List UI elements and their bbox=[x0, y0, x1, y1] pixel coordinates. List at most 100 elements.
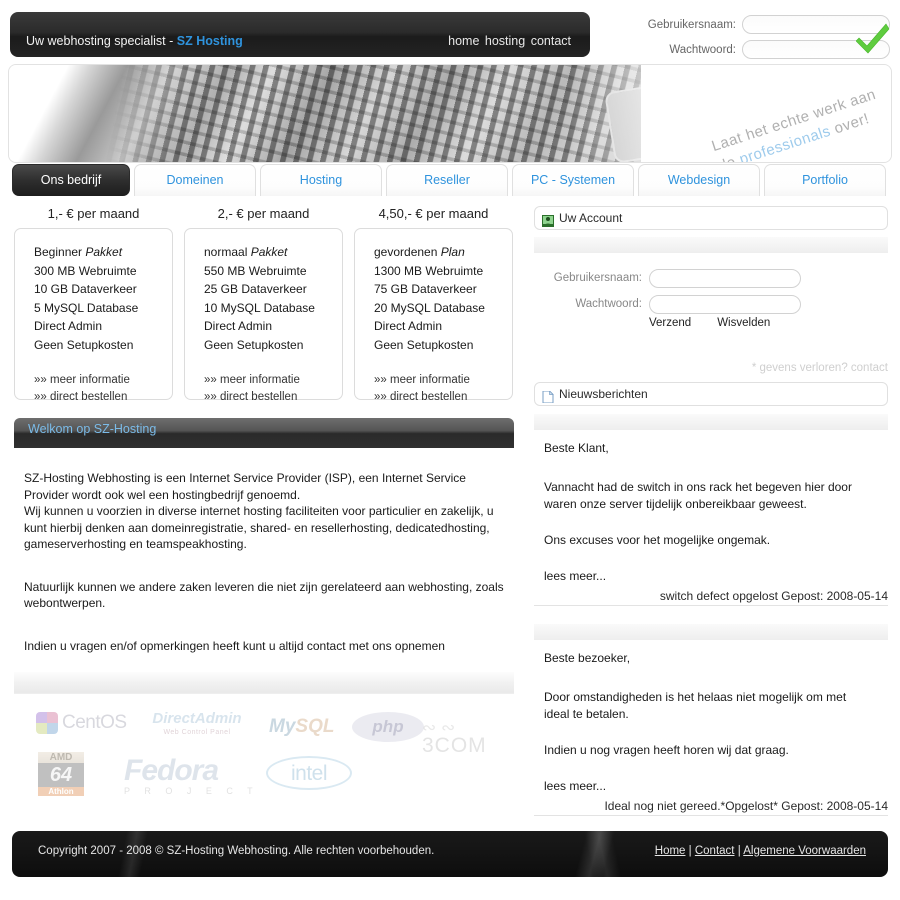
account-lost-data-link[interactable]: * gevens verloren? contact bbox=[534, 362, 888, 374]
news-item-meta: switch defect opgelost Gepost: 2008-05-1… bbox=[534, 589, 888, 606]
account-username-input[interactable] bbox=[649, 268, 801, 288]
fedora-logo-text: Fedora bbox=[124, 754, 219, 787]
tab-portfolio[interactable]: Portfolio bbox=[764, 164, 886, 196]
news-paragraph: Beste Klant, bbox=[544, 441, 609, 455]
plan-name-italic: Pakket bbox=[85, 245, 123, 259]
welcome-body: SZ-Hosting Webhosting is een Internet Se… bbox=[14, 448, 514, 654]
centos-logo: CentOS bbox=[36, 712, 127, 734]
plan-feature: Geen Setupkosten bbox=[374, 337, 474, 352]
plan-feature: 25 GB Dataverkeer bbox=[204, 282, 307, 296]
hero-banner: Laat het echte werk aan de professionals… bbox=[8, 64, 892, 163]
plan-card-gevordenen: 4,50,- € per maand gevordenen Plan 1300 … bbox=[354, 206, 513, 403]
php-logo: php bbox=[352, 712, 424, 742]
plan-name: normaal Pakket bbox=[204, 243, 342, 262]
centos-logo-text: CentOS bbox=[62, 712, 127, 733]
news-item: Beste bezoeker, Door omstandigheden is h… bbox=[534, 624, 888, 816]
plan-name-prefix: normaal bbox=[204, 245, 251, 259]
tab-reseller[interactable]: Reseller bbox=[386, 164, 508, 196]
header-password-row: Wachtwoord: bbox=[598, 39, 890, 60]
plan-more-info-link[interactable]: »» meer informatie bbox=[374, 372, 512, 389]
3com-logo: ∾ ∾ 3COM bbox=[422, 718, 487, 758]
welcome-paragraph: SZ-Hosting Webhosting is een Internet Se… bbox=[24, 471, 466, 502]
header-nav-contact[interactable]: contact bbox=[530, 34, 572, 48]
directadmin-logo-text: DirectAdmin bbox=[152, 710, 242, 727]
tab-ons-bedrijf[interactable]: Ons bedrijf bbox=[12, 164, 130, 196]
account-password-input[interactable] bbox=[649, 294, 801, 314]
account-submit-button[interactable]: Verzend bbox=[649, 317, 691, 329]
account-reset-button[interactable]: Wisvelden bbox=[717, 317, 770, 329]
plan-feature: 75 GB Dataverkeer bbox=[374, 282, 477, 296]
news-item-meta: Ideal nog niet gereed.*Opgelost* Gepost:… bbox=[534, 799, 888, 816]
news-item-shade bbox=[534, 414, 888, 430]
plan-name: gevordenen Plan bbox=[374, 243, 512, 262]
php-logo-text: php bbox=[372, 717, 404, 736]
tab-webdesign[interactable]: Webdesign bbox=[638, 164, 760, 196]
plan-name-italic: Pakket bbox=[250, 245, 288, 259]
plan-feature: 5 MySQL Database bbox=[34, 300, 139, 315]
mysql-logo-text-b: SQL bbox=[295, 716, 335, 737]
plan-order-link[interactable]: »» direct bestellen bbox=[34, 389, 172, 406]
tab-domeinen[interactable]: Domeinen bbox=[134, 164, 256, 196]
footer-link-contact[interactable]: Contact bbox=[695, 845, 735, 857]
plan-name-prefix: Beginner bbox=[34, 245, 86, 259]
plan-feature: 1300 MB Webruimte bbox=[374, 263, 484, 278]
news-read-more-link[interactable]: lees meer... bbox=[544, 778, 874, 795]
section-divider bbox=[14, 672, 514, 694]
plan-more-info-link[interactable]: »» meer informatie bbox=[34, 372, 172, 389]
header-nav-hosting[interactable]: hosting bbox=[484, 34, 526, 48]
header-username-label: Gebruikersnaam: bbox=[647, 18, 736, 31]
news-item-shade bbox=[534, 624, 888, 640]
plan-feature: 10 MySQL Database bbox=[204, 300, 315, 315]
footer-link-home[interactable]: Home bbox=[655, 845, 686, 857]
directadmin-logo: DirectAdmin Web Control Panel bbox=[142, 710, 252, 736]
plan-feature: 550 MB Webruimte bbox=[204, 263, 307, 278]
header-nav: home hosting contact bbox=[447, 34, 572, 48]
account-login-form: Gebruikersnaam: Wachtwoord: Verzend Wisve… bbox=[534, 267, 888, 374]
news-paragraph: Indien u nog vragen heeft horen wij dat … bbox=[544, 743, 789, 757]
plan-feature: Direct Admin bbox=[374, 319, 443, 333]
amd-logo-text-top: AMD bbox=[38, 752, 84, 763]
footer-separator-1: | bbox=[685, 845, 695, 857]
tab-pc-systemen[interactable]: PC - Systemen bbox=[512, 164, 634, 196]
plan-order-link[interactable]: »» direct bestellen bbox=[374, 389, 512, 406]
partner-logos: CentOS DirectAdmin Web Control Panel MyS… bbox=[14, 704, 514, 809]
right-column: Uw Account Gebruikersnaam: Wachtwoord: V… bbox=[534, 206, 888, 816]
mysql-logo: MySQL bbox=[269, 716, 334, 738]
amd-logo-text-mid: 64 bbox=[38, 763, 84, 787]
footer-copyright: Copyright 2007 - 2008 © SZ-Hosting Webho… bbox=[38, 845, 435, 857]
account-buttons-row: Verzend Wisvelden bbox=[649, 317, 888, 329]
plan-feature: 20 MySQL Database bbox=[374, 300, 485, 315]
tab-hosting[interactable]: Hosting bbox=[260, 164, 382, 196]
news-paragraph: Beste bezoeker, bbox=[544, 651, 631, 665]
plan-order-link[interactable]: »» direct bestellen bbox=[204, 389, 342, 406]
header-nav-home[interactable]: home bbox=[447, 34, 480, 48]
3com-logo-text: 3COM bbox=[422, 734, 487, 757]
welcome-paragraph: Wij kunnen u voorzien in diverse interne… bbox=[24, 504, 494, 551]
account-panel-title: Uw Account bbox=[559, 211, 623, 225]
main-tabs: Ons bedrijf Domeinen Hosting Reseller PC… bbox=[12, 164, 888, 196]
page-root: Uw webhosting specialist - SZ Hosting ho… bbox=[0, 0, 900, 900]
amd-logo-text-bot: Athlon bbox=[38, 787, 84, 796]
account-panel-header: Uw Account bbox=[534, 206, 888, 230]
header-login-form: Gebruikersnaam: Wachtwoord: bbox=[598, 14, 890, 60]
account-password-label: Wachtwoord: bbox=[575, 298, 642, 310]
intel-logo-text: intel bbox=[290, 762, 328, 785]
mysql-logo-text-a: My bbox=[269, 716, 296, 737]
green-checkmark-icon[interactable] bbox=[855, 20, 890, 54]
plan-name-italic: Plan bbox=[440, 245, 465, 259]
account-password-row: Wachtwoord: bbox=[534, 293, 888, 315]
news-panel-header: Nieuwsberichten bbox=[534, 382, 888, 406]
news-read-more-link[interactable]: lees meer... bbox=[544, 568, 874, 585]
plan-name: Beginner Pakket bbox=[34, 243, 172, 262]
footer-bar: Copyright 2007 - 2008 © SZ-Hosting Webho… bbox=[12, 831, 888, 877]
plan-price: 2,- € per maand bbox=[217, 206, 310, 221]
plan-more-info-link[interactable]: »» meer informatie bbox=[204, 372, 342, 389]
intel-logo: intel bbox=[266, 756, 352, 790]
account-username-label: Gebruikersnaam: bbox=[553, 272, 642, 284]
plan-card-normaal: 2,- € per maand normaal Pakket 550 MB We… bbox=[184, 206, 343, 403]
document-page-icon bbox=[542, 388, 554, 404]
news-item-body: Beste bezoeker, Door omstandigheden is h… bbox=[534, 640, 888, 795]
plan-price: 1,- € per maand bbox=[47, 206, 140, 221]
footer-link-terms[interactable]: Algemene Voorwaarden bbox=[743, 845, 866, 857]
directadmin-logo-subtext: Web Control Panel bbox=[163, 729, 231, 736]
